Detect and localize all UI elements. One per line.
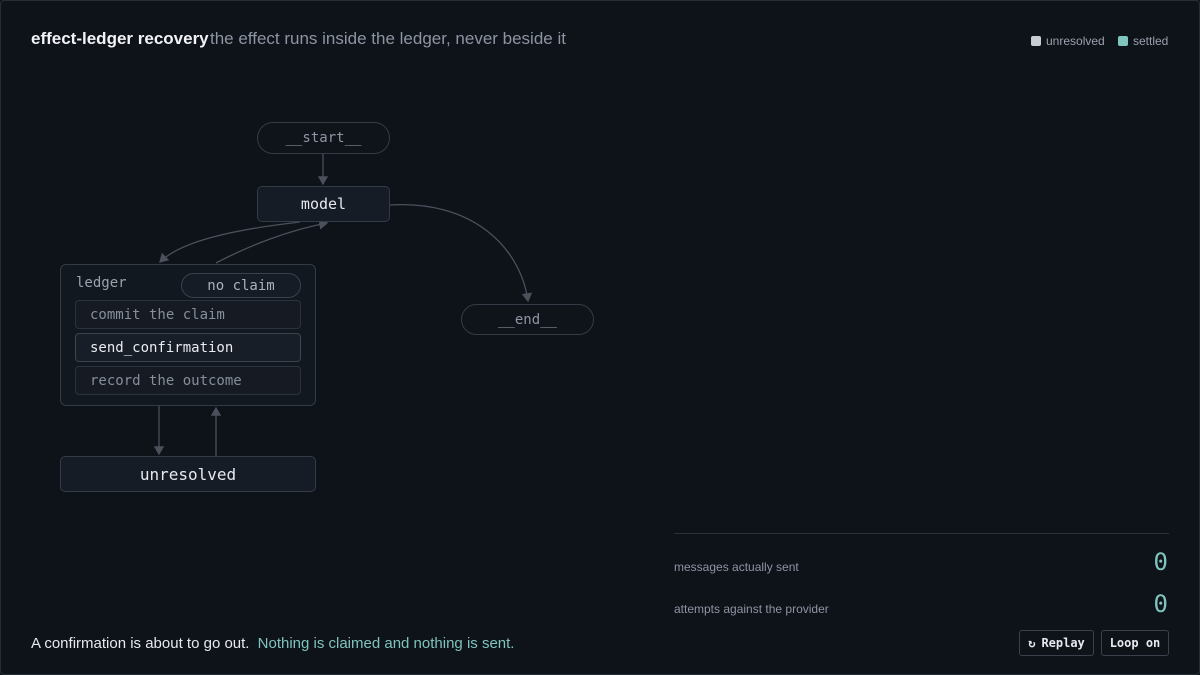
- node-unresolved: unresolved: [60, 456, 316, 492]
- stat-label-messages-sent: messages actually sent: [674, 560, 799, 574]
- stat-label-attempts: attempts against the provider: [674, 602, 829, 616]
- edge-model-to-end: [389, 204, 533, 303]
- node-start: __start__: [257, 122, 390, 154]
- replay-button[interactable]: ↻ Replay: [1019, 630, 1094, 656]
- ledger-node: ledger no claim commit the claim send_co…: [60, 264, 316, 406]
- replay-icon: ↻: [1028, 636, 1036, 650]
- edge-ledger-to-model: [215, 219, 329, 264]
- stat-value-attempts: 0: [1153, 590, 1168, 618]
- ledger-step-send: send_confirmation: [75, 333, 301, 362]
- stats-divider: [674, 533, 1169, 534]
- stat-value-messages-sent: 0: [1153, 548, 1168, 576]
- replay-label: Replay: [1041, 636, 1085, 650]
- loop-toggle-button[interactable]: Loop on: [1101, 630, 1169, 656]
- ledger-step-commit: commit the claim: [75, 300, 301, 329]
- claim-status-pill: no claim: [181, 273, 301, 298]
- caption-main: A confirmation is about to go out.: [31, 635, 250, 652]
- status-caption: A confirmation is about to go out. Nothi…: [31, 635, 514, 652]
- ledger-label: ledger: [76, 275, 127, 291]
- loop-label: Loop on: [1109, 636, 1161, 650]
- node-model: model: [257, 186, 390, 222]
- caption-accent: Nothing is claimed and nothing is sent.: [257, 635, 515, 652]
- node-end: __end__: [461, 304, 594, 335]
- ledger-step-record: record the outcome: [75, 366, 301, 395]
